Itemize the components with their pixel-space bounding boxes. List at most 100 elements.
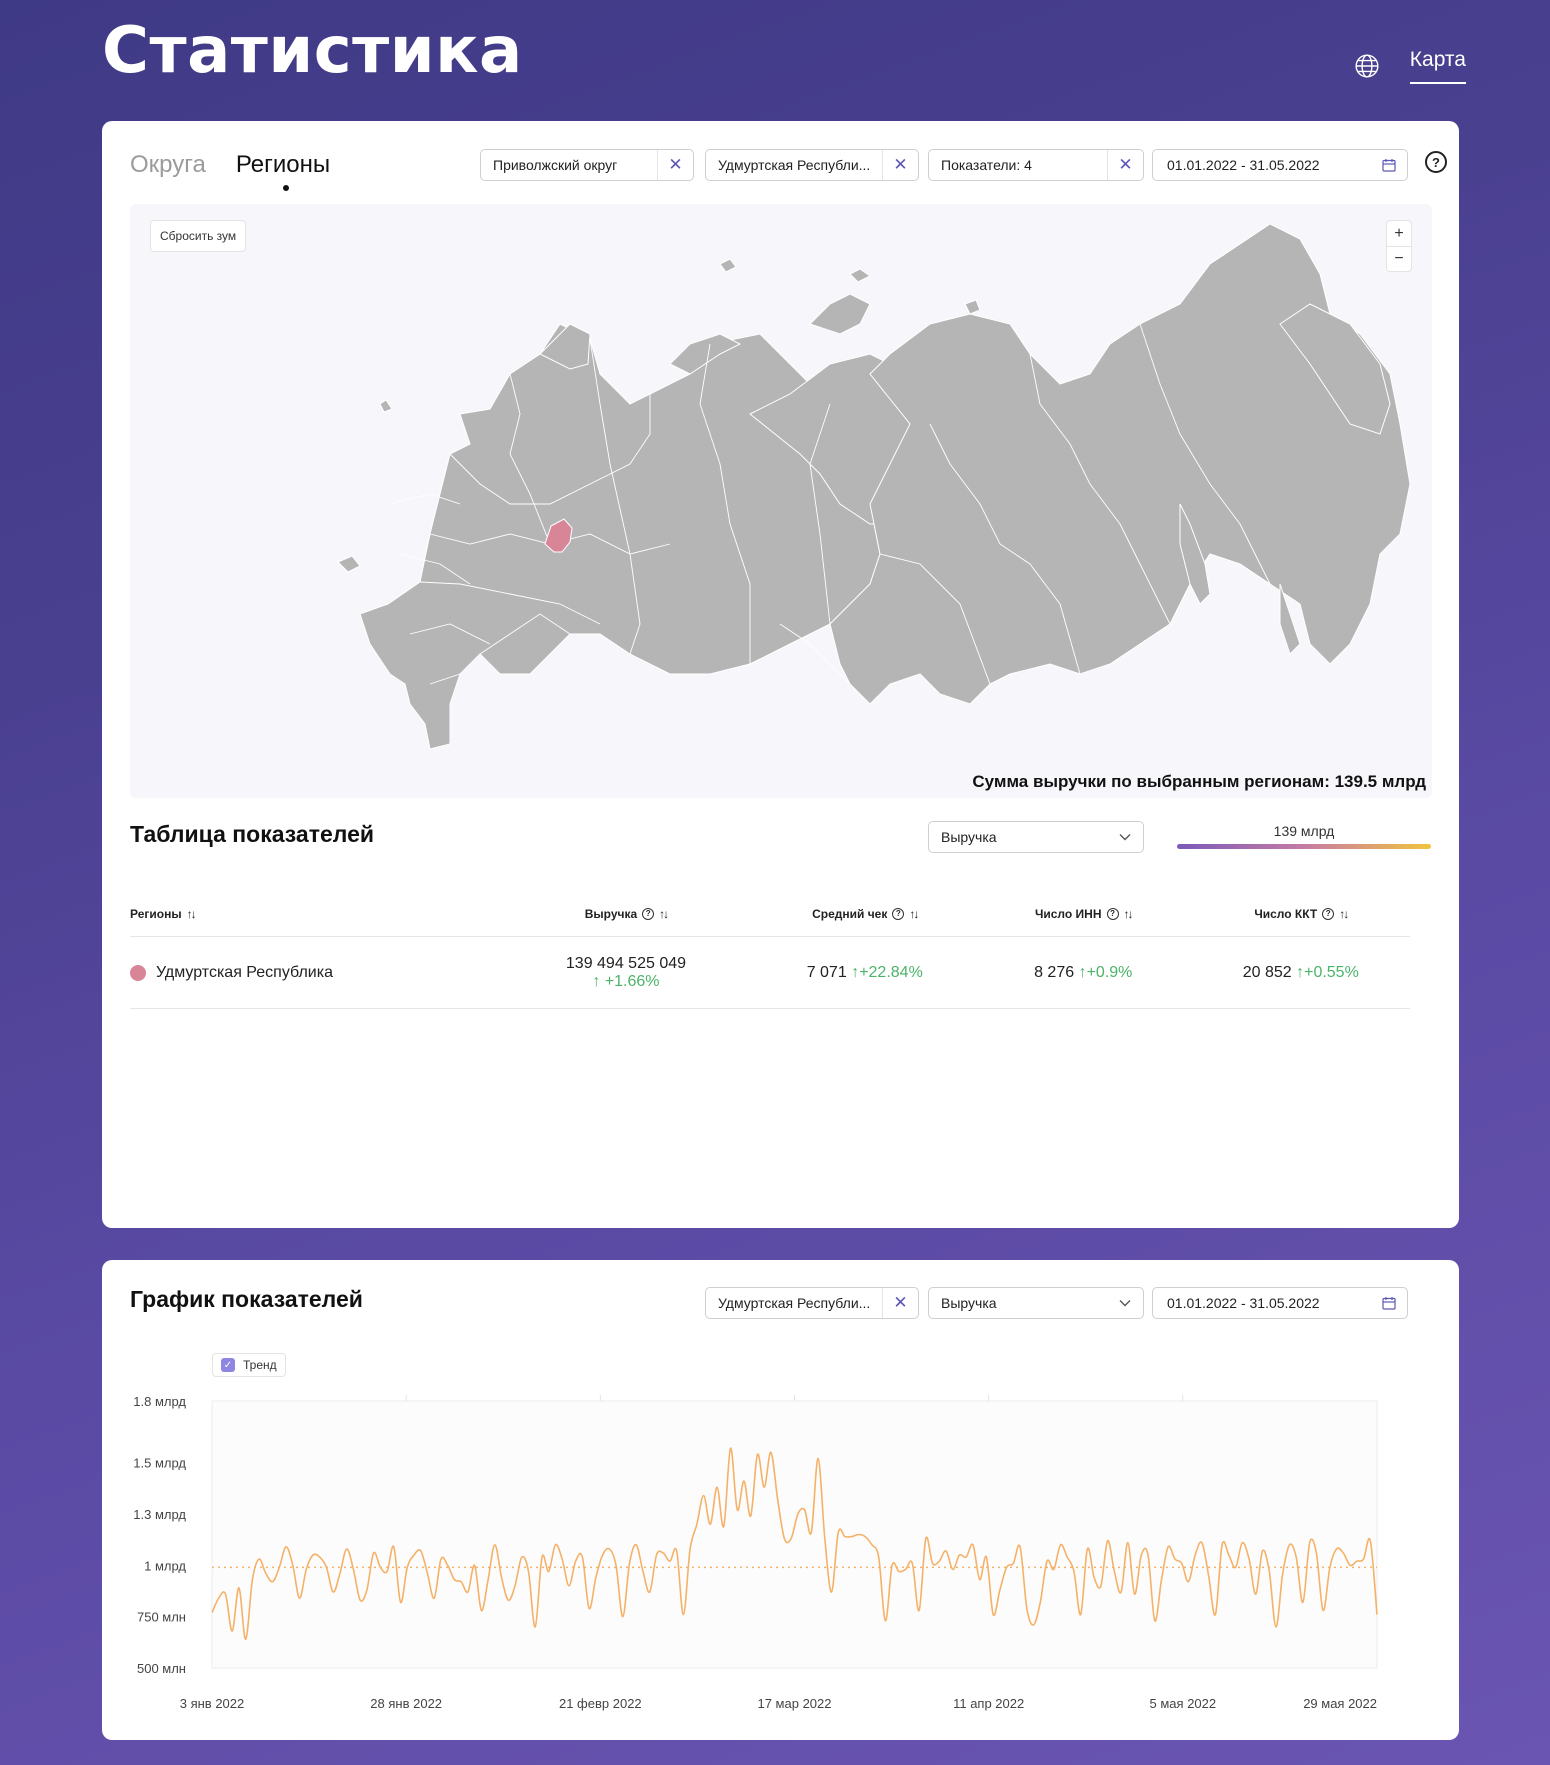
chart-region-filter[interactable]: Удмуртская Республи... ✕	[705, 1287, 919, 1319]
chart-card: График показателей Удмуртская Республи..…	[102, 1260, 1459, 1740]
y-tick-label: 1.8 млрд	[133, 1394, 186, 1409]
clear-icon[interactable]: ✕	[882, 150, 918, 180]
sort-icon[interactable]: ↑↓	[1124, 907, 1134, 921]
legend-value: 139 млрд	[1273, 823, 1335, 839]
district-filter-value: Приволжский округ	[493, 157, 618, 173]
cell-revenue: 139 494 525 049 ↑ +1.66%	[497, 955, 754, 991]
nav-link-map[interactable]: Карта	[1409, 48, 1466, 84]
clear-icon[interactable]: ✕	[1107, 150, 1143, 180]
region-filter-value: Удмуртская Республи...	[718, 157, 871, 173]
header-inn-count-label: Число ИНН	[1034, 906, 1102, 921]
revenue-value: 139 494 525 049	[565, 954, 687, 972]
help-icon[interactable]: ?	[1425, 151, 1447, 173]
map-land-svalbard-1	[719, 258, 737, 273]
calendar-icon[interactable]	[1371, 1296, 1407, 1310]
top-nav: Карта	[1354, 48, 1466, 84]
cell-kkt: 20 852 ↑+0.55%	[1192, 964, 1410, 982]
revenue-delta: ↑ +1.66%	[497, 973, 754, 991]
header-revenue: Выручка ? ↑↓	[497, 907, 754, 921]
x-tick-label: 28 янв 2022	[370, 1696, 442, 1711]
region-color-dot	[130, 964, 146, 981]
cell-avg-check: 7 071 ↑+22.84%	[755, 964, 975, 982]
table-row[interactable]: Удмуртская Республика 139 494 525 049 ↑ …	[130, 937, 1410, 1009]
clear-icon[interactable]: ✕	[882, 1288, 918, 1318]
chart-title: График показателей	[130, 1286, 363, 1312]
selected-regions-sum: Сумма выручки по выбранным регионам: 139…	[972, 772, 1426, 791]
trend-checkbox[interactable]: ✓ Тренд	[212, 1353, 286, 1377]
indicators-filter[interactable]: Показатели: 4 ✕	[928, 149, 1144, 181]
chart-metric-select[interactable]: Выручка	[928, 1287, 1144, 1319]
regions-map[interactable]: Сбросить зум + − Сумма выручки по выбран…	[130, 204, 1432, 798]
chevron-down-icon[interactable]	[1107, 1299, 1143, 1307]
revenue-delta-value: +1.66%	[604, 972, 660, 990]
x-tick-label: 5 мая 2022	[1150, 1696, 1217, 1711]
metric-select[interactable]: Выручка	[928, 821, 1144, 853]
check-icon: ✓	[221, 1358, 235, 1372]
arrow-up-icon: ↑	[851, 963, 860, 981]
legend-gradient	[1177, 844, 1431, 849]
header-kkt-count: Число ККТ ? ↑↓	[1192, 907, 1410, 921]
inn-value: 8 276	[1034, 963, 1075, 981]
chart-date-range-picker[interactable]: 01.01.2022 - 31.05.2022	[1152, 1287, 1408, 1319]
plot-background	[211, 1400, 1378, 1669]
info-icon[interactable]: ?	[1106, 907, 1119, 920]
region-filter[interactable]: Удмуртская Республи... ✕	[705, 149, 919, 181]
arrow-up-icon: ↑	[592, 972, 601, 990]
tab-regions[interactable]: Регионы	[236, 151, 330, 191]
indicators-table: Регионы ↑↓ Выручка ? ↑↓ Средний чек ? ↑↓…	[130, 891, 1410, 1009]
date-range-picker[interactable]: 01.01.2022 - 31.05.2022	[1152, 149, 1408, 181]
sort-icon[interactable]: ↑↓	[187, 907, 197, 921]
region-name: Удмуртская Республика	[156, 963, 333, 981]
map-land-svalbard-2	[849, 268, 871, 283]
clear-icon[interactable]: ✕	[657, 150, 693, 180]
y-tick-label: 1.5 млрд	[133, 1456, 186, 1471]
y-tick-label: 1.3 млрд	[133, 1507, 186, 1522]
sort-icon[interactable]: ↑↓	[659, 907, 669, 921]
avg-check-value: 7 071	[806, 963, 847, 981]
sort-icon[interactable]: ↑↓	[909, 907, 919, 921]
x-tick-label: 11 апр 2022	[953, 1696, 1024, 1711]
kkt-delta: +0.55%	[1304, 963, 1359, 981]
map-card: Округа Регионы Приволжский округ ✕ Удмур…	[102, 121, 1459, 1228]
y-tick-label: 750 млн	[137, 1610, 186, 1625]
indicators-filter-value: Показатели: 4	[941, 157, 1032, 173]
header-inn-count: Число ИНН ? ↑↓	[975, 907, 1192, 921]
sort-icon[interactable]: ↑↓	[1339, 907, 1349, 921]
x-tick-label: 17 мар 2022	[757, 1696, 831, 1711]
globe-icon[interactable]	[1354, 53, 1380, 79]
date-range-value: 01.01.2022 - 31.05.2022	[1167, 157, 1320, 173]
color-legend: 139 млрд	[1177, 823, 1431, 849]
kkt-value: 20 852	[1242, 963, 1292, 981]
x-tick-label: 29 мая 2022	[1303, 1696, 1377, 1711]
avg-check-delta: +22.84%	[859, 963, 923, 981]
y-tick-label: 500 млн	[137, 1661, 186, 1676]
chart-area: 1.8 млрд 1.5 млрд 1.3 млрд 1 млрд 750 млн 500…	[102, 1320, 1459, 1740]
russia-map	[337, 223, 1411, 750]
chart-date-range-value: 01.01.2022 - 31.05.2022	[1167, 1295, 1320, 1311]
table-header: Регионы ↑↓ Выручка ? ↑↓ Средний чек ? ↑↓…	[130, 891, 1410, 937]
x-tick-label: 21 февр 2022	[559, 1696, 642, 1711]
district-filter[interactable]: Приволжский округ ✕	[480, 149, 694, 181]
header-avg-check: Средний чек ? ↑↓	[755, 907, 975, 921]
trend-label: Тренд	[243, 1358, 277, 1372]
x-tick-label: 3 янв 2022	[180, 1696, 245, 1711]
arrow-up-icon: ↑	[1078, 963, 1087, 981]
info-icon[interactable]: ?	[642, 907, 655, 920]
header-revenue-label: Выручка	[584, 906, 638, 921]
header-region-label: Регионы	[130, 906, 182, 921]
chevron-down-icon[interactable]	[1107, 833, 1143, 841]
page-title: Статистика	[102, 14, 523, 88]
header-kkt-count-label: Число ККТ	[1254, 906, 1318, 921]
map-land-siberia	[829, 223, 1411, 705]
line-chart[interactable]: 1.8 млрд 1.5 млрд 1.3 млрд 1 млрд 750 млн 500…	[102, 1320, 1459, 1740]
cell-region: Удмуртская Республика	[130, 964, 497, 982]
header-region: Регионы ↑↓	[130, 907, 497, 921]
cell-inn: 8 276 ↑+0.9%	[975, 964, 1192, 982]
info-icon[interactable]: ?	[1322, 907, 1335, 920]
calendar-icon[interactable]	[1371, 158, 1407, 172]
map-land-island-1	[964, 299, 981, 315]
info-icon[interactable]: ?	[892, 907, 905, 920]
tab-districts[interactable]: Округа	[130, 151, 206, 179]
map-land-island-2	[379, 399, 393, 413]
metric-select-value: Выручка	[941, 829, 997, 845]
